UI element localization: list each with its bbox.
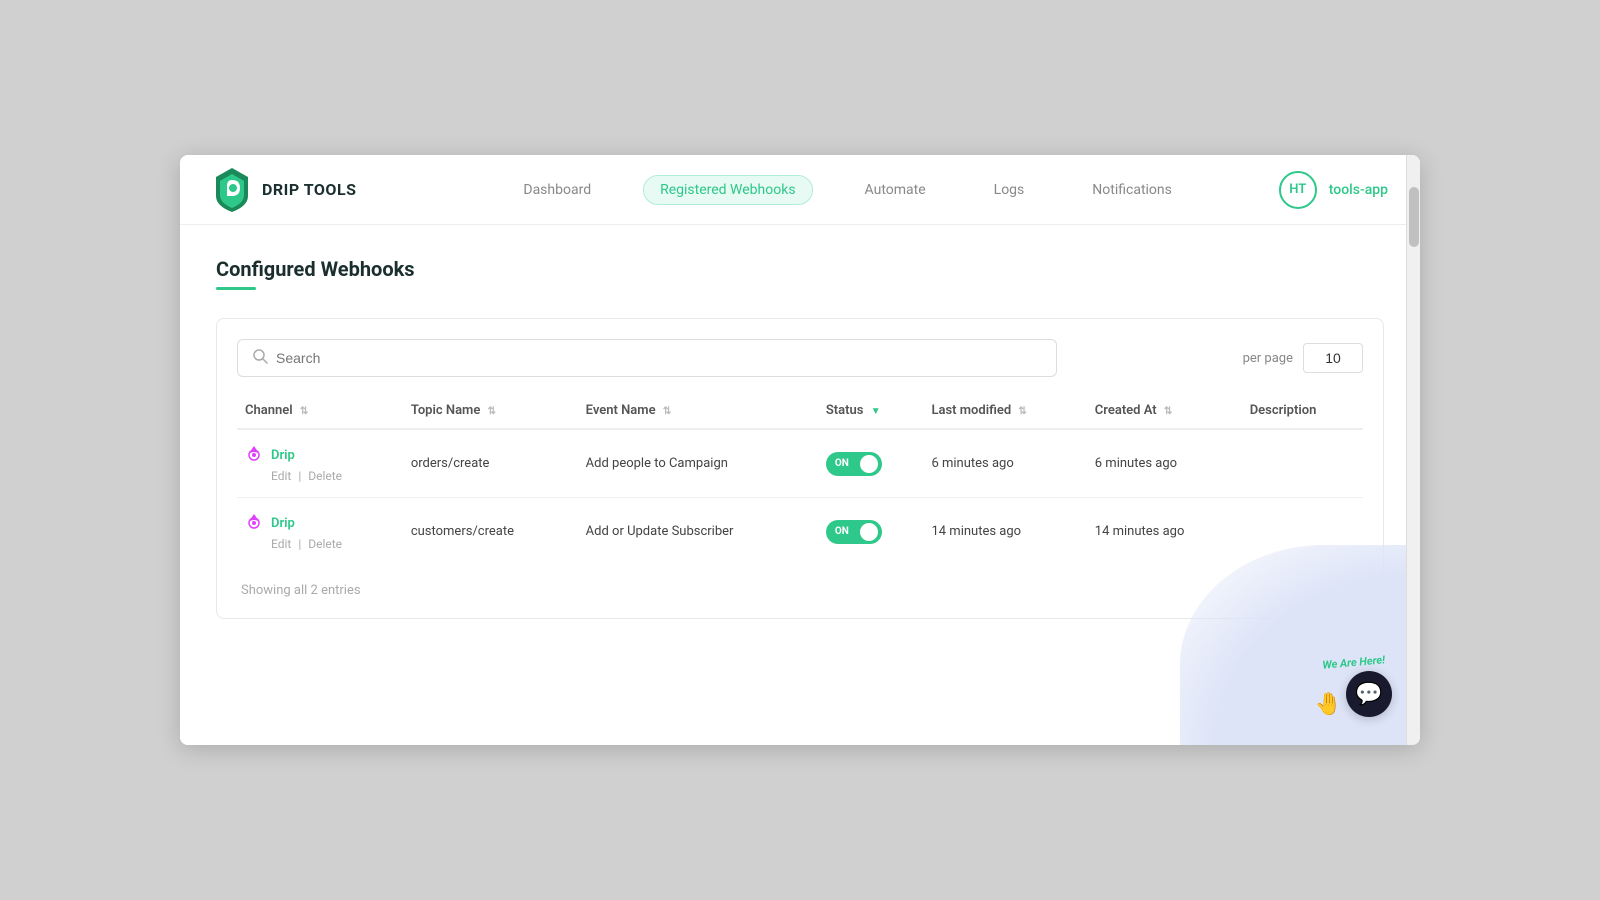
drip-channel-icon-1 — [245, 512, 263, 535]
edit-link-0[interactable]: Edit — [271, 469, 291, 483]
cell-last-modified-0: 6 minutes ago — [923, 429, 1086, 498]
cell-topic-0: orders/create — [403, 429, 578, 498]
table-row: Drip Edit | Delete orders/create Add peo… — [237, 429, 1363, 498]
user-area: HT tools-app — [1279, 171, 1388, 209]
col-header-status: Status ▼ — [818, 393, 924, 429]
search-input[interactable] — [276, 350, 1042, 366]
toggle-label-1: ON — [835, 526, 849, 537]
cell-created-at-1: 14 minutes ago — [1087, 498, 1242, 566]
header: DRIP TOOLS Dashboard Registered Webhooks… — [180, 155, 1420, 225]
page-title: Configured Webhooks — [216, 257, 1384, 281]
chat-open-button[interactable]: 💬 — [1346, 671, 1392, 717]
toggle-label-0: ON — [835, 458, 849, 469]
page-title-underline — [216, 287, 256, 290]
sort-icon-created-at[interactable]: ⇅ — [1164, 406, 1172, 417]
sort-icon-status[interactable]: ▼ — [871, 406, 881, 417]
sort-icon-last-modified[interactable]: ⇅ — [1018, 406, 1026, 417]
delete-link-1[interactable]: Delete — [308, 537, 342, 551]
col-header-last-modified: Last modified ⇅ — [923, 393, 1086, 429]
showing-text: Showing all 2 entries — [237, 583, 1363, 598]
logo-icon — [212, 166, 252, 214]
nav-item-dashboard[interactable]: Dashboard — [507, 176, 607, 204]
channel-name-0: Drip — [271, 448, 295, 463]
chat-btn-row: 🤚 💬 — [1315, 671, 1392, 717]
scrollbar-track[interactable] — [1406, 155, 1420, 745]
logo-text: DRIP TOOLS — [262, 180, 356, 199]
nav-item-notifications[interactable]: Notifications — [1076, 176, 1188, 204]
cell-topic-1: customers/create — [403, 498, 578, 566]
cell-channel-0: Drip Edit | Delete — [237, 429, 403, 498]
cell-status-0: ON — [818, 429, 924, 498]
per-page-input[interactable] — [1303, 343, 1363, 373]
logo-area: DRIP TOOLS — [212, 166, 356, 214]
webhooks-table: Channel ⇅ Topic Name ⇅ Event Name ⇅ St — [237, 393, 1363, 565]
username: tools-app — [1329, 182, 1388, 198]
col-header-created-at: Created At ⇅ — [1087, 393, 1242, 429]
cell-status-1: ON — [818, 498, 924, 566]
edit-link-1[interactable]: Edit — [271, 537, 291, 551]
nav-item-registered-webhooks[interactable]: Registered Webhooks — [643, 175, 812, 205]
col-header-description: Description — [1242, 393, 1363, 429]
main-content: Configured Webhooks per page — [180, 225, 1420, 745]
search-box[interactable] — [237, 339, 1057, 377]
cell-description-0 — [1242, 429, 1363, 498]
toggle-knob-1 — [860, 523, 878, 541]
nav-item-automate[interactable]: Automate — [849, 176, 942, 204]
cell-last-modified-1: 14 minutes ago — [923, 498, 1086, 566]
cell-created-at-0: 6 minutes ago — [1087, 429, 1242, 498]
avatar: HT — [1279, 171, 1317, 209]
col-header-event-name: Event Name ⇅ — [578, 393, 818, 429]
chat-widget[interactable]: We Are Here! 🤚 💬 — [1315, 656, 1392, 717]
channel-actions-0: Edit | Delete — [271, 469, 395, 483]
sort-icon-topic-name[interactable]: ⇅ — [488, 406, 496, 417]
table-header-row: Channel ⇅ Topic Name ⇅ Event Name ⇅ St — [237, 393, 1363, 429]
channel-actions-1: Edit | Delete — [271, 537, 395, 551]
main-nav: Dashboard Registered Webhooks Automate L… — [416, 175, 1278, 205]
table-row: Drip Edit | Delete customers/create Add … — [237, 498, 1363, 566]
channel-name-1: Drip — [271, 516, 295, 531]
sort-icon-event-name[interactable]: ⇅ — [663, 406, 671, 417]
table-container: per page Channel ⇅ Topic Name ⇅ — [216, 318, 1384, 619]
col-header-topic-name: Topic Name ⇅ — [403, 393, 578, 429]
delete-link-0[interactable]: Delete — [308, 469, 342, 483]
table-body: Drip Edit | Delete orders/create Add peo… — [237, 429, 1363, 565]
cell-event-0: Add people to Campaign — [578, 429, 818, 498]
status-toggle-0[interactable]: ON — [826, 452, 882, 476]
toggle-knob-0 — [860, 455, 878, 473]
col-header-channel: Channel ⇅ — [237, 393, 403, 429]
cell-channel-1: Drip Edit | Delete — [237, 498, 403, 566]
scrollbar-thumb[interactable] — [1409, 187, 1419, 247]
chat-bubble-icon: 💬 — [1355, 682, 1382, 707]
status-toggle-1[interactable]: ON — [826, 520, 882, 544]
chat-hand-emoji: 🤚 — [1315, 692, 1342, 717]
drip-channel-icon-0 — [245, 444, 263, 467]
cell-description-1 — [1242, 498, 1363, 566]
sort-icon-channel[interactable]: ⇅ — [300, 406, 308, 417]
nav-item-logs[interactable]: Logs — [978, 176, 1041, 204]
search-icon — [252, 348, 268, 368]
chat-we-are-here-label: We Are Here! — [1314, 653, 1392, 673]
per-page-area: per page — [1243, 343, 1363, 373]
per-page-label: per page — [1243, 351, 1293, 366]
cell-event-1: Add or Update Subscriber — [578, 498, 818, 566]
table-toolbar: per page — [237, 339, 1363, 377]
